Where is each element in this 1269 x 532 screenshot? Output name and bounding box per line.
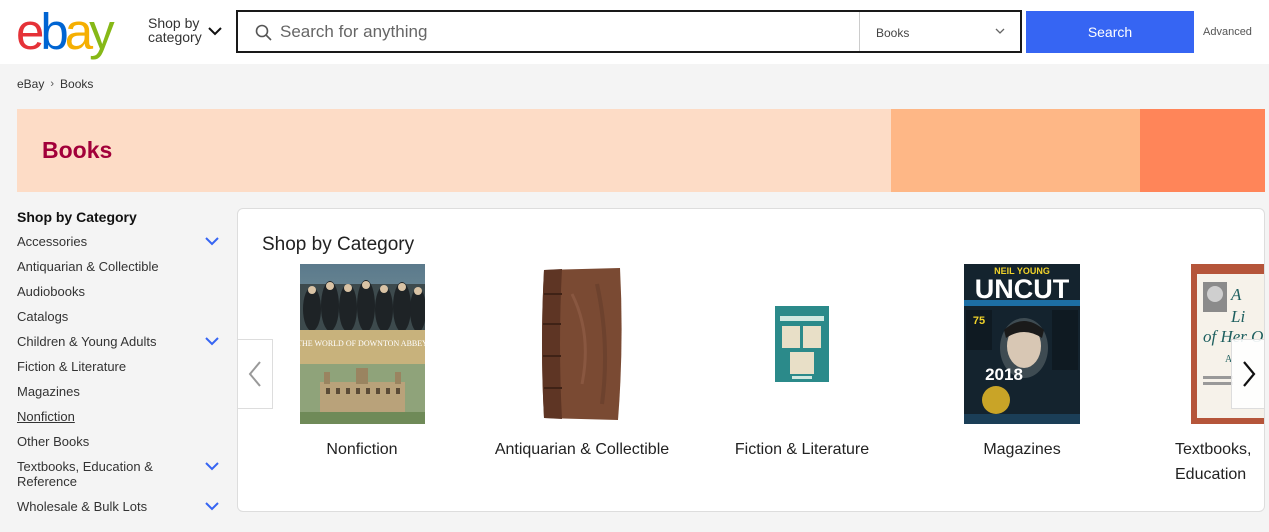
svg-text:75: 75 — [973, 315, 985, 327]
sidebar-item-fiction[interactable]: Fiction & Literature — [17, 359, 227, 384]
chevron-right-icon — [1242, 361, 1255, 387]
shop-by-line2: category — [148, 29, 202, 45]
search-input[interactable] — [280, 21, 850, 43]
svg-text:A: A — [1230, 285, 1242, 304]
chevron-left-icon — [248, 361, 261, 387]
sidebar-item-antiquarian[interactable]: Antiquarian & Collectible — [17, 259, 227, 284]
chevron-right-icon: › — [50, 78, 55, 90]
cover-title-text: UNCUT — [975, 274, 1070, 304]
category-sidebar: Shop by Category Accessories Antiquarian… — [17, 209, 227, 524]
sidebar-item-other-books[interactable]: Other Books — [17, 434, 227, 459]
carousel-title: Shop by Category — [262, 234, 415, 255]
category-banner: Books — [17, 109, 1265, 192]
sidebar-item-label: Antiquarian & Collectible — [17, 259, 159, 274]
sidebar-item-label: Textbooks, Education & Reference — [17, 459, 153, 489]
ebay-logo[interactable]: ebay — [16, 3, 115, 60]
svg-text:Li: Li — [1230, 307, 1245, 326]
sidebar-item-wholesale[interactable]: Wholesale & Bulk Lots — [17, 499, 227, 524]
advanced-search-link[interactable]: Advanced — [1203, 26, 1252, 38]
sidebar-item-label: Audiobooks — [17, 284, 85, 299]
sidebar-item-label: Accessories — [17, 234, 88, 249]
antique-leather-book — [532, 264, 632, 424]
search-box: Books — [236, 10, 1022, 53]
banner-block-mid — [891, 109, 1140, 192]
category-card-antiquarian[interactable]: Antiquarian & Collectible — [482, 264, 682, 462]
sidebar-item-textbooks[interactable]: Textbooks, Education & Reference — [17, 459, 227, 499]
category-carousel: Shop by Category THE WORLD OF DOWNTON AB… — [237, 208, 1265, 512]
chevron-down-icon[interactable] — [205, 337, 219, 346]
category-card-label: Textbooks, Education — [1175, 441, 1252, 483]
sidebar-item-label: Catalogs — [17, 309, 69, 324]
sidebar-item-audiobooks[interactable]: Audiobooks — [17, 284, 227, 309]
category-card-label: Nonfiction — [326, 441, 398, 458]
logo-letter-y: y — [89, 3, 114, 60]
chevron-down-icon — [995, 28, 1005, 34]
chevron-down-icon[interactable] — [205, 462, 219, 471]
header: ebay Shop by category Books Search Advan… — [0, 0, 1269, 64]
uncut-magazine-cover: NEIL YOUNG UNCUT 75 2018 — [964, 264, 1080, 424]
cover-title-text: THE WORLD OF DOWNTON ABBEY — [300, 339, 425, 348]
breadcrumb-books[interactable]: Books — [60, 77, 93, 91]
category-card-magazines[interactable]: NEIL YOUNG UNCUT 75 2018 Magazines — [922, 264, 1122, 462]
sidebar-item-catalogs[interactable]: Catalogs — [17, 309, 227, 334]
breadcrumb-ebay[interactable]: eBay — [17, 77, 44, 91]
category-card-label: Fiction & Literature — [734, 441, 870, 458]
sidebar-item-label: Magazines — [17, 384, 80, 399]
sidebar-item-label: Nonfiction — [17, 409, 75, 424]
search-icon — [255, 24, 272, 41]
category-card-nonfiction[interactable]: THE WORLD OF DOWNTON ABBEY Nonfiction — [262, 264, 462, 462]
sidebar-item-nonfiction[interactable]: Nonfiction — [17, 409, 227, 434]
carousel-prev-button[interactable] — [238, 339, 273, 409]
shop-by-category-button[interactable]: Shop by category — [148, 16, 202, 44]
page-title: Books — [42, 137, 113, 163]
category-select[interactable]: Books — [859, 12, 1022, 51]
shop-by-line1: Shop by — [148, 15, 200, 31]
chevron-down-icon[interactable] — [205, 502, 219, 511]
chevron-down-icon[interactable] — [208, 26, 222, 36]
sidebar-item-magazines[interactable]: Magazines — [17, 384, 227, 409]
chevron-down-icon[interactable] — [205, 237, 219, 246]
sidebar-item-label: Other Books — [17, 434, 90, 449]
sidebar-item-label: Fiction & Literature — [17, 359, 127, 374]
logo-letter-e: e — [16, 3, 44, 60]
carousel-next-button[interactable] — [1231, 339, 1264, 409]
category-card-label: Magazines — [983, 441, 1061, 458]
downton-abbey-book-cover: THE WORLD OF DOWNTON ABBEY — [297, 264, 428, 424]
sidebar-item-children[interactable]: Children & Young Adults — [17, 334, 227, 359]
sidebar-item-accessories[interactable]: Accessories — [17, 234, 227, 259]
breadcrumb: eBay › Books — [17, 77, 93, 91]
logo-letter-b: b — [40, 3, 68, 60]
category-card-label: Antiquarian & Collectible — [494, 441, 670, 458]
banner-block-right — [1140, 109, 1265, 192]
logo-letter-a: a — [64, 3, 93, 60]
sidebar-item-label: Children & Young Adults — [17, 334, 157, 349]
category-card-fiction[interactable]: Fiction & Literature — [702, 264, 902, 462]
search-button[interactable]: Search — [1026, 11, 1194, 53]
cover-year-text: 2018 — [985, 365, 1023, 384]
category-select-value: Books — [876, 26, 910, 40]
sidebar-item-label: Wholesale & Bulk Lots — [17, 499, 148, 514]
small-teal-book — [772, 264, 832, 424]
sidebar-heading: Shop by Category — [17, 209, 137, 225]
